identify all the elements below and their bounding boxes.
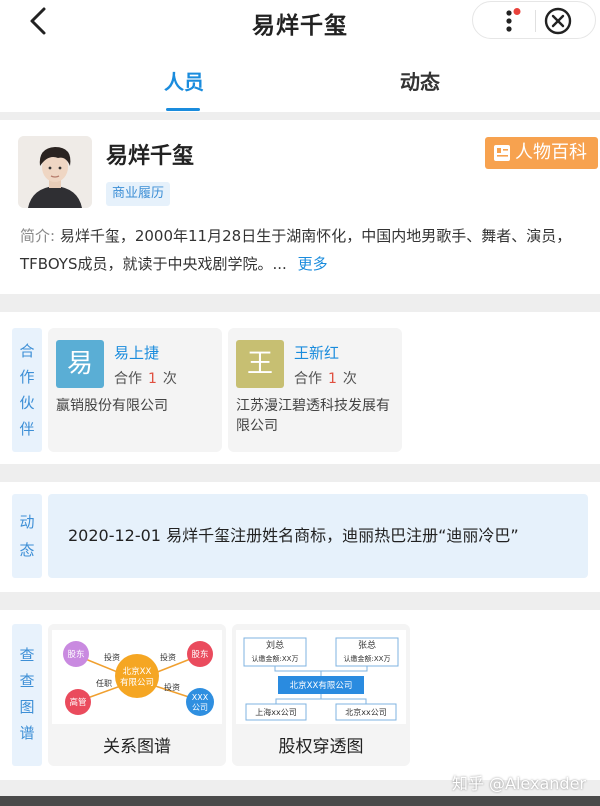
tab-people[interactable]: 人员 [160, 66, 208, 95]
top-bar: 易烊千玺 [0, 0, 600, 48]
dynamics-section: 动 态 2020-12-01 易烊千玺注册姓名商标，迪丽热巴注册“迪丽冷巴” [0, 482, 600, 592]
svg-text:公司: 公司 [192, 703, 208, 712]
equity-graph-label: 股权穿透图 [278, 737, 364, 757]
more-link[interactable]: 更多 [298, 255, 328, 273]
svg-text:任职: 任职 [96, 678, 112, 688]
svg-text:北京XX: 北京XX [123, 666, 152, 677]
equity-graph-thumbnail: 刘总 认缴金额:XX万 张总 认缴金额:XX万 北京XX有限公司 上海xx公司 … [236, 630, 406, 724]
svg-text:股东: 股东 [67, 649, 84, 660]
more-vertical-icon[interactable] [499, 8, 523, 34]
svg-text:刘总: 刘总 [266, 639, 284, 651]
dynamics-text: 2020-12-01 易烊千玺注册姓名商标，迪丽热巴注册“迪丽冷巴” [68, 526, 519, 545]
dynamics-label: 动 态 [12, 494, 42, 578]
svg-text:认缴金额:XX万: 认缴金额:XX万 [344, 654, 391, 663]
partners-label: 合 作 伙 伴 [12, 328, 42, 452]
svg-text:有限公司: 有限公司 [120, 677, 154, 688]
capsule-divider [535, 10, 536, 32]
encyclopedia-icon [494, 145, 510, 161]
partner-company: 江苏漫江碧透科技发展有限公司 [236, 398, 390, 434]
partner-name[interactable]: 易上捷 [114, 342, 159, 363]
mini-program-capsule [472, 1, 596, 39]
svg-text:股东: 股东 [191, 649, 208, 660]
partner-avatar: 王 [236, 340, 284, 388]
intro-label: 简介: [20, 227, 56, 245]
bottom-strip [0, 796, 600, 806]
cooperation-count: 合作 1 次 [294, 371, 357, 387]
baike-label: 人物百科 [515, 142, 587, 163]
svg-text:上海xx公司: 上海xx公司 [255, 707, 296, 717]
intro-text: 简介: 易烊千玺，2000年11月28日生于湖南怀化，中国内地男歌手、舞者、演员… [20, 222, 580, 278]
person-name: 易烊千玺 [106, 144, 195, 169]
relation-graph-thumbnail: 投资 投资 任职 投资 北京XX 有限公司 股东 股东 高管 XXX 公司 [52, 630, 222, 724]
svg-text:张总: 张总 [358, 639, 376, 651]
tab-bar: 人员 动态 [0, 48, 600, 112]
svg-text:北京xx公司: 北京xx公司 [345, 707, 386, 717]
cooperation-count: 合作 1 次 [114, 371, 177, 387]
svg-text:投资: 投资 [164, 682, 180, 692]
partner-card[interactable]: 易 易上捷 合作 1 次 赢销股份有限公司 [48, 328, 222, 452]
portrait-image [18, 136, 92, 208]
close-circle-icon[interactable] [543, 6, 573, 36]
graphs-section: 查 查 图 谱 投资 投资 任职 投资 北京XX 有限公司 股东 股东 高管 X… [0, 610, 600, 780]
watermark: 知乎 @Alexander [451, 774, 586, 793]
partner-company: 赢销股份有限公司 [56, 398, 168, 414]
relation-graph-card[interactable]: 投资 投资 任职 投资 北京XX 有限公司 股东 股东 高管 XXX 公司 关系… [48, 624, 226, 766]
profile-card: 易烊千玺 商业履历 人物百科 简介: 易烊千玺，2000年11月28日生于湖南怀… [0, 120, 600, 294]
tab-dynamics[interactable]: 动态 [396, 66, 444, 95]
dynamics-item[interactable]: 2020-12-01 易烊千玺注册姓名商标，迪丽热巴注册“迪丽冷巴” [48, 494, 588, 578]
intro-body: 易烊千玺，2000年11月28日生于湖南怀化，中国内地男歌手、舞者、演员，TFB… [20, 227, 572, 273]
baike-button[interactable]: 人物百科 [485, 137, 598, 169]
avatar[interactable] [18, 136, 92, 208]
svg-text:XXX: XXX [192, 693, 209, 702]
business-history-tag[interactable]: 商业履历 [106, 182, 171, 206]
active-tab-indicator [166, 108, 200, 111]
svg-text:投资: 投资 [160, 652, 176, 662]
partner-name[interactable]: 王新红 [294, 342, 339, 363]
graphs-label: 查 查 图 谱 [12, 624, 42, 766]
svg-text:北京XX有限公司: 北京XX有限公司 [290, 680, 353, 691]
equity-graph-card[interactable]: 刘总 认缴金额:XX万 张总 认缴金额:XX万 北京XX有限公司 上海xx公司 … [232, 624, 410, 766]
partner-avatar: 易 [56, 340, 104, 388]
svg-text:投资: 投资 [104, 652, 120, 662]
svg-text:高管: 高管 [69, 697, 86, 708]
svg-text:认缴金额:XX万: 认缴金额:XX万 [252, 654, 299, 663]
relation-graph-label: 关系图谱 [103, 737, 171, 757]
partners-section: 合 作 伙 伴 易 易上捷 合作 1 次 赢销股份有限公司 王 王新红 合作 1 次 江… [0, 312, 600, 464]
partner-card[interactable]: 王 王新红 合作 1 次 江苏漫江碧透科技发展有限公司 [228, 328, 402, 452]
